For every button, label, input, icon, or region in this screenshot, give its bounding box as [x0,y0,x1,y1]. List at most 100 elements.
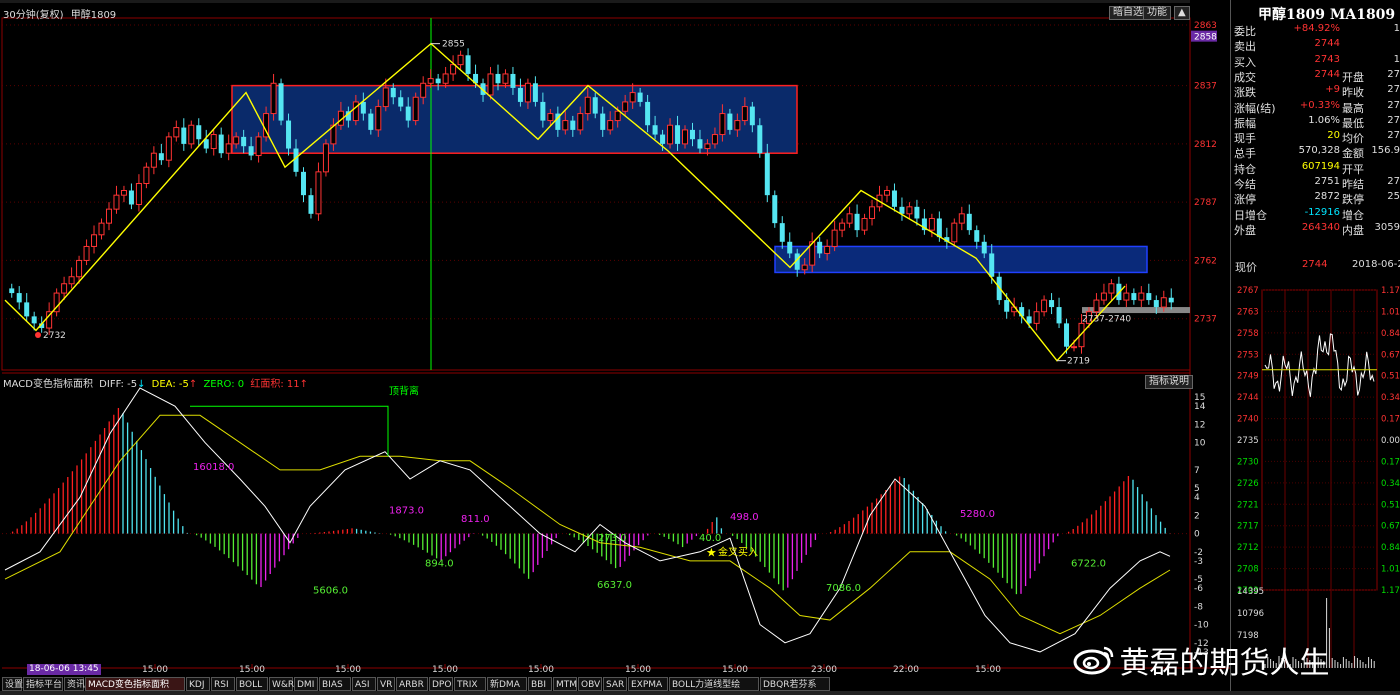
price-panel-frame [1,17,1191,371]
tab-indicator[interactable]: VR [377,677,395,691]
scroll-up-button[interactable]: ▲ [1174,6,1190,20]
candle-body [233,136,240,145]
annotation-high-2855: 2855 [442,40,465,50]
tab-indicator[interactable]: DPO [429,677,453,691]
tab-indicator[interactable]: OBV [578,677,602,691]
candle-body [614,110,621,122]
quote-row: 外盘 264340 内盘 3059 [1232,222,1400,237]
macd-area-label: 40.0 [699,533,721,544]
candle-body [607,120,614,131]
tab-indicator[interactable]: ASI [352,677,376,691]
quote-value: 20 [1327,130,1340,142]
candle-body [547,113,554,122]
quote-value: +0.33% [1299,99,1340,111]
candle-body [135,183,142,205]
candle-body [368,113,374,130]
macd-tick-label: 7 [1194,466,1200,476]
quote-row: 总手 570,328 金额 156.9 [1232,145,1400,160]
price-tick-label: 2837 [1194,82,1217,92]
candle-body [951,222,958,243]
price-tick-label: 2762 [1194,256,1217,266]
candle-body [128,190,134,205]
macd-dea-arrow: ↑ [188,379,198,390]
candle-body [76,259,83,278]
quote-label: 卖出 [1234,40,1256,54]
candle-body [91,234,98,247]
macd-tick-label: 10 [1194,439,1206,449]
tab-indicator[interactable]: TRIX [454,677,486,691]
function-button[interactable]: 功能 [1143,6,1171,20]
quote-value-2: 27 [1387,114,1400,126]
candle-body [24,302,30,317]
candle-body [143,166,150,185]
candle-body [652,125,658,135]
macd-area-label: 811.0 [461,514,490,525]
quote-value: 570,328 [1298,145,1340,157]
tab-indicator[interactable]: BOLL力道线型绘 [669,677,759,691]
candle-body [727,113,733,130]
candle-body [974,230,980,242]
tab-indicator[interactable]: W&R [269,677,294,691]
quote-label-2: 昨收 [1342,86,1364,100]
candle-body [787,241,793,254]
candle-body [801,264,808,271]
macd-area-label: 5280.0 [960,509,995,520]
candle-body [68,276,75,285]
candle-body [487,73,494,96]
candle-body [577,113,584,131]
quote-row: 买入 2743 1 [1232,54,1400,69]
tab-indicator[interactable]: ARBR [396,677,428,691]
macd-name[interactable]: MACD变色指标面积 [3,379,93,390]
period-label[interactable]: 30分钟(复权) [3,10,64,21]
tab-indicator[interactable]: 资讯 [64,677,85,691]
candle-body [592,97,598,114]
chart-header: 30分钟(复权) 甲醇1809 [3,6,116,21]
candle-body [315,171,322,215]
quote-label: 今结 [1234,178,1256,191]
candle-body [510,73,516,88]
candle-body [854,213,860,231]
tab-indicator[interactable]: KDJ [186,677,210,691]
candle-body [352,101,359,122]
indicator-help-button[interactable]: 指标说明 [1145,375,1193,389]
price-tick-label: 2787 [1194,198,1217,208]
candle-body [173,127,180,138]
tab-indicator[interactable]: DBQR若芬系 [760,677,830,691]
candle-body [562,120,569,131]
candle-body [181,127,187,144]
candle-body [241,136,247,147]
quote-label: 涨幅(结) [1234,101,1276,115]
restore-button[interactable]: 暗自选 [1109,6,1147,20]
tab-indicator[interactable]: MACD变色指标面积 [85,677,185,691]
candle-body [382,87,389,108]
tab-indicator[interactable]: DMI [294,677,318,691]
tab-indicator[interactable]: SAR [603,677,627,691]
candle-body [105,208,112,224]
quote-value-2: 27 [1387,99,1400,111]
quote-label: 买入 [1234,55,1256,69]
candle-body [1071,346,1078,349]
dea-line [4,414,1171,635]
macd-tick-label: -6 [1194,584,1203,594]
annotation-low-2732: 2732 [43,331,66,341]
candle-body [981,241,987,254]
tab-indicator[interactable]: RSI [211,677,235,691]
macd-tick-label: 4 [1194,493,1200,503]
tab-indicator[interactable]: BIAS [319,677,351,691]
tab-indicator[interactable]: 指标平台 [23,677,63,691]
candle-body [524,82,531,103]
tab-indicator[interactable]: EXPMA [628,677,668,691]
quote-value-2: 27 [1387,176,1400,187]
quote-label-2: 昨结 [1342,178,1364,191]
quote-value: 2744 [1314,38,1340,50]
tab-indicator[interactable]: 设置 [2,677,23,691]
candle-body [749,106,755,126]
candle-body [846,213,853,224]
candle-body [286,120,292,149]
tab-indicator[interactable]: MTM [553,677,577,691]
tab-indicator[interactable]: BBI [528,677,552,691]
candle-body [645,101,651,126]
tab-indicator[interactable]: BOLL [236,677,268,691]
tab-indicator[interactable]: 新DMA [487,677,527,691]
candle-body [622,101,629,112]
